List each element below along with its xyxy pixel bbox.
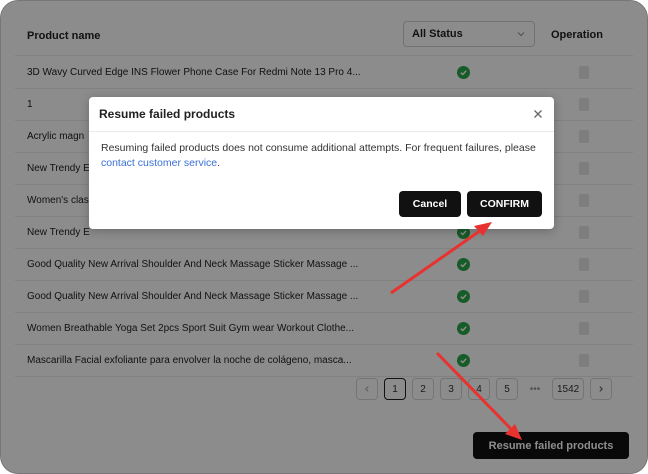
contact-customer-service-link[interactable]: contact customer service bbox=[101, 157, 217, 169]
dialog-body-end: . bbox=[217, 157, 221, 169]
dialog-title: Resume failed products bbox=[99, 107, 236, 121]
dialog-header: Resume failed products bbox=[89, 97, 554, 132]
modal-overlay[interactable] bbox=[0, 0, 648, 474]
confirm-button[interactable]: CONFIRM bbox=[467, 191, 542, 217]
close-icon[interactable] bbox=[532, 108, 544, 120]
cancel-button[interactable]: Cancel bbox=[399, 191, 461, 217]
dialog-actions: Cancel CONFIRM bbox=[399, 191, 542, 217]
dialog-body-text: Resuming failed products does not consum… bbox=[101, 142, 536, 154]
dialog-message: Resuming failed products does not consum… bbox=[89, 132, 554, 171]
resume-dialog: Resume failed products Resuming failed p… bbox=[89, 97, 554, 229]
